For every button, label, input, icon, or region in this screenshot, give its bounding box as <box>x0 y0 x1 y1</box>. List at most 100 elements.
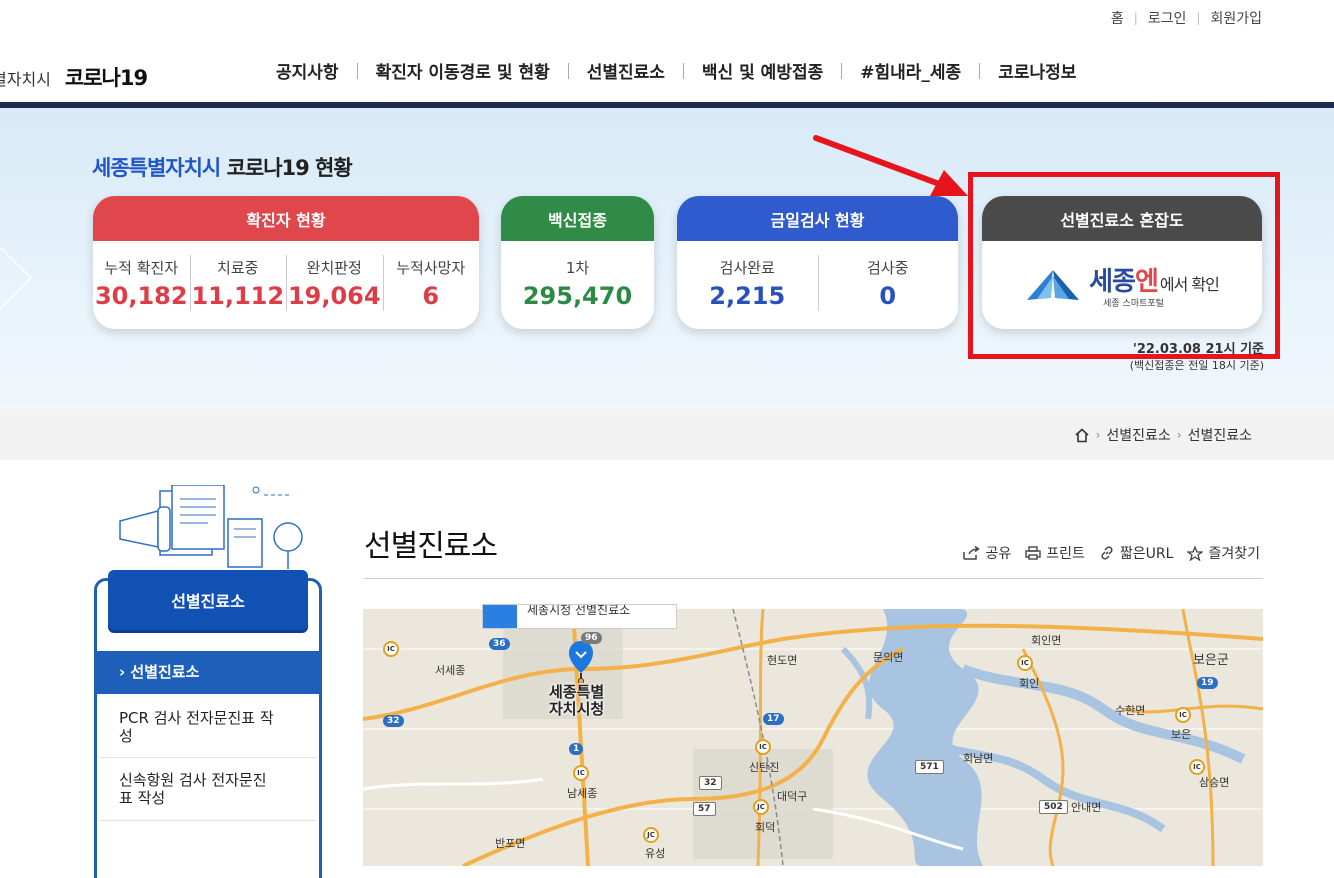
map-place-label: 회남면 <box>963 752 994 765</box>
map-popup-label: 세종시청 선별진료소 <box>527 604 631 617</box>
sidebar-item-pcr-form[interactable]: PCR 검사 전자문진표 작성 <box>97 709 287 745</box>
road-number: 1 <box>569 743 584 755</box>
stat-label: 완치판정 <box>306 259 362 277</box>
nav-screening-clinic[interactable]: 선별진료소 <box>569 58 683 83</box>
test-card[interactable]: 금일검사 현황 검사완료 2,215 검사중 0 <box>677 196 958 329</box>
share-icon <box>962 546 980 560</box>
short-url-label: 짧은URL <box>1119 546 1174 562</box>
home-link[interactable]: 홈 <box>1111 8 1124 28</box>
stat-value: 6 <box>422 282 440 310</box>
print-button[interactable]: 프린트 <box>1025 543 1085 563</box>
divider <box>100 757 316 758</box>
nav-confirmed-route[interactable]: 확진자 이동경로 및 현황 <box>358 58 568 83</box>
favorite-label: 즐겨찾기 <box>1208 546 1260 562</box>
map-center-label: 세종특별 자치시청 <box>549 684 604 718</box>
clinic-map[interactable]: 세종특별 자치시청 서세종 현도면 문의면 회인면 보은군 회인 수한면 보은 … <box>363 609 1263 866</box>
update-time-note: '22.03.08 21시 기준 <box>1132 342 1264 357</box>
map-place-label: 반포면 <box>495 837 526 850</box>
link-icon <box>1101 546 1113 560</box>
map-place-label: 보은 <box>1171 728 1192 741</box>
interchange-icon: JC <box>753 799 769 815</box>
star-icon <box>1187 545 1204 561</box>
stat-value: 0 <box>879 282 897 310</box>
confirmed-card[interactable]: 확진자 현황 누적 확진자 30,182 치료중 11,112 완치판정 19,… <box>93 196 479 329</box>
map-center-text: 세종특별 자치시청 <box>549 683 605 718</box>
home-icon[interactable] <box>1074 427 1090 443</box>
main-nav: 공지사항 확진자 이동경로 및 현황 선별진료소 백신 및 예방접종 #힘내라_… <box>258 58 1094 83</box>
chevron-right-icon: › <box>1095 428 1101 442</box>
road-number: 32 <box>699 776 722 790</box>
interchange-icon: IC <box>755 739 771 755</box>
sidebar-item-screening-clinic[interactable]: › 선별진료소 <box>97 651 319 694</box>
vaccine-time-note: (백신접종은 전일 18시 기준) <box>1129 359 1264 372</box>
annotation-highlight-box <box>968 172 1280 359</box>
map-popup[interactable]: 세종시청 선별진료소 <box>482 604 677 629</box>
stat-tests-pending: 검사중 0 <box>817 241 959 329</box>
stat-label: 검사완료 <box>719 259 775 277</box>
map-place-label: 회덕 <box>755 821 776 834</box>
stat-recovered: 완치판정 19,064 <box>286 241 383 329</box>
chevron-right-icon: › <box>119 663 131 681</box>
map-place-label: 보은군 <box>1193 653 1229 668</box>
interchange-icon: IC <box>383 641 399 657</box>
site-logo[interactable]: 별자치시 코로나19 <box>0 62 148 92</box>
signup-link[interactable]: 회원가입 <box>1210 8 1262 28</box>
map-place-label: 문의면 <box>873 651 904 664</box>
stat-first-dose: 1차 295,470 <box>501 241 654 329</box>
stat-total-confirmed: 누적 확진자 30,182 <box>93 241 190 329</box>
map-place-label: 회인 <box>1019 677 1040 690</box>
interchange-icon: JC <box>643 827 659 843</box>
annotation-arrow-icon <box>813 135 968 196</box>
chevron-right-icon: › <box>1176 428 1182 442</box>
status-title-city: 세종특별자치시 <box>92 156 221 180</box>
stat-label: 치료중 <box>217 259 259 277</box>
sidebar-item-label: 선별진료소 <box>130 663 200 681</box>
megaphone-illustration-icon <box>119 485 303 569</box>
share-button[interactable]: 공유 <box>962 543 1012 563</box>
map-place-label: 삼승면 <box>1199 776 1230 789</box>
vaccine-card[interactable]: 백신접종 1차 295,470 <box>501 196 654 329</box>
stat-label: 누적사망자 <box>396 259 466 277</box>
road-number: 571 <box>915 760 944 774</box>
interchange-icon: IC <box>1017 655 1033 671</box>
stat-value: 295,470 <box>522 282 633 310</box>
vaccine-card-title: 백신접종 <box>501 196 654 241</box>
print-label: 프린트 <box>1046 546 1085 562</box>
breadcrumb-bar: › 선별진료소 › 선별진료소 <box>0 409 1334 460</box>
stat-value: 2,215 <box>709 282 786 310</box>
confirmed-card-title: 확진자 현황 <box>93 196 479 241</box>
clinic-icon <box>483 605 517 628</box>
nav-cheer-sejong[interactable]: #힘내라_세종 <box>842 58 979 83</box>
divider: | <box>1196 11 1201 25</box>
map-place-label: 유성 <box>645 847 666 860</box>
stat-value: 30,182 <box>94 282 188 310</box>
road-number: 502 <box>1039 800 1068 814</box>
breadcrumb-item[interactable]: 선별진료소 <box>1106 425 1170 445</box>
page-title: 선별진료소 <box>364 529 498 564</box>
road-number: 19 <box>1197 677 1218 689</box>
map-place-label: 대덕구 <box>777 790 808 803</box>
road-number: 96 <box>581 632 602 644</box>
stat-label: 누적 확진자 <box>104 259 179 277</box>
location-pin-icon[interactable] <box>567 639 595 683</box>
share-label: 공유 <box>985 546 1012 562</box>
decoration <box>0 235 33 321</box>
divider <box>364 578 1263 579</box>
short-url-button[interactable]: 짧은URL <box>1099 543 1174 563</box>
stat-value: 11,112 <box>191 282 285 310</box>
breadcrumb-item[interactable]: 선별진료소 <box>1188 425 1252 445</box>
divider: | <box>1133 11 1138 25</box>
road-number: 17 <box>763 713 784 725</box>
map-place-label: 신탄진 <box>749 761 780 774</box>
interchange-icon: IC <box>1189 759 1205 775</box>
sidebar-item-rapid-form[interactable]: 신속항원 검사 전자문진표 작성 <box>97 771 267 807</box>
nav-corona-info[interactable]: 코로나정보 <box>980 58 1094 83</box>
map-place-label: 회인면 <box>1031 634 1062 647</box>
login-link[interactable]: 로그인 <box>1148 8 1187 28</box>
map-place-label: 서세종 <box>435 664 466 677</box>
favorite-button[interactable]: 즐겨찾기 <box>1187 543 1260 563</box>
map-place-label: 안내면 <box>1071 801 1102 814</box>
nav-vaccine[interactable]: 백신 및 예방접종 <box>684 58 841 83</box>
interchange-icon: IC <box>573 765 589 781</box>
nav-notice[interactable]: 공지사항 <box>258 58 357 83</box>
